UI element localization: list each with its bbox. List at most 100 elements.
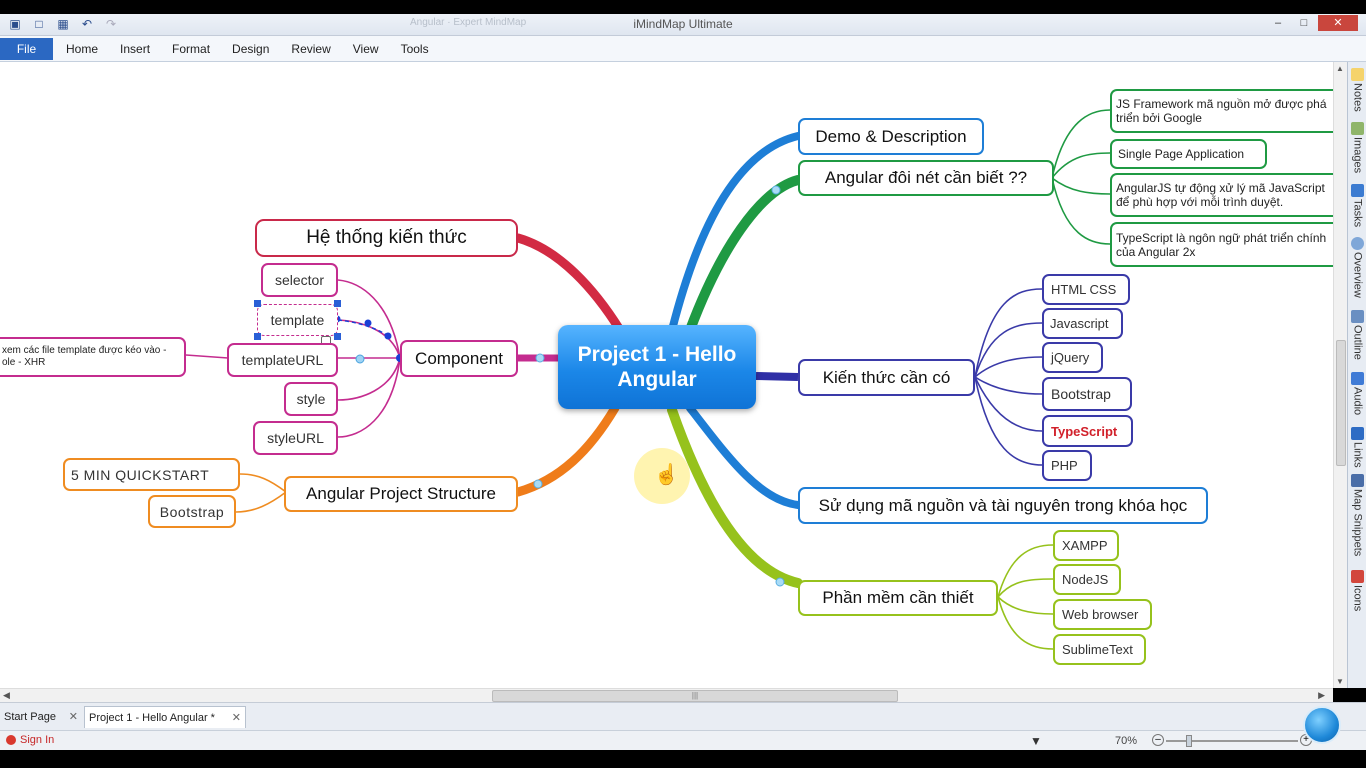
tab-project-hello-angular[interactable]: Project 1 - Hello Angular * ✕ [84,706,246,728]
topic-phan-mem-can-thiet[interactable]: Phần mềm cần thiết [798,580,998,616]
side-tab-outline[interactable]: Outline [1348,308,1366,360]
scroll-up-arrow-icon[interactable]: ▲ [1336,64,1344,73]
subtopic-web-browser[interactable]: Web browser [1053,599,1152,630]
window-title: iMindMap Ultimate [633,17,733,31]
vertical-scrollbar[interactable]: ▲ ▼ [1333,62,1347,688]
side-tab-overview[interactable]: Overview [1348,235,1366,298]
ribbon-menu: File Home Insert Format Design Review Vi… [0,36,1366,62]
branch-structure [513,403,620,497]
structure-child-branches [235,473,287,513]
side-tab-icons[interactable]: Icons [1348,568,1366,611]
side-tab-map-snippets[interactable]: Map Snippets [1348,472,1366,556]
side-tab-audio[interactable]: Audio [1348,370,1366,415]
side-tab-tasks[interactable]: Tasks [1348,182,1366,227]
subtopic-typescript-note[interactable]: TypeScript là ngôn ngữ phát triển chính … [1110,222,1350,267]
scroll-right-arrow-icon[interactable]: ▶ [1318,690,1325,701]
subtopic-template-selected[interactable]: template [257,304,338,336]
notes-icon [1351,68,1364,81]
sign-in-link[interactable]: Sign In [6,734,54,746]
outline-icon [1351,310,1364,323]
kienthuc-child-branches [974,288,1043,466]
tab-format[interactable]: Format [172,36,210,62]
horizontal-scroll-thumb[interactable]: ||| [492,690,898,702]
zoom-knob[interactable] [1186,735,1192,747]
side-tab-links[interactable]: Links [1348,425,1366,468]
subtopic-sublimetext[interactable]: SublimeText [1053,634,1146,665]
subtopic-bootstrap-structure[interactable]: Bootstrap [148,495,236,528]
tab-insert[interactable]: Insert [120,36,150,62]
topic-demo-description[interactable]: Demo & Description [798,118,984,155]
subtopic-single-page-app[interactable]: Single Page Application [1110,139,1267,169]
icons-icon [1351,570,1364,583]
filter-icon[interactable]: ▼ [1030,734,1042,748]
side-tab-notes[interactable]: Notes [1348,66,1366,112]
branch-he-thong [513,233,625,335]
subtopic-js-framework[interactable]: JS Framework mã nguồn mở được phá triển … [1110,89,1350,133]
subtopic-javascript[interactable]: Javascript [1042,308,1123,339]
document-tabs: Start Page ✕ Project 1 - Hello Angular *… [0,702,1366,730]
tab-home[interactable]: Home [66,36,98,62]
tab-design[interactable]: Design [232,36,269,62]
hand-cursor-icon: ☝ [654,464,679,486]
zoom-out-icon[interactable]: – [1152,734,1164,746]
horizontal-scrollbar[interactable]: ◀ ||| ▶ [0,688,1333,702]
subtopic-xampp[interactable]: XAMPP [1053,530,1119,561]
subtopic-selector[interactable]: selector [261,263,338,297]
links-icon [1351,427,1364,440]
subtopic-jquery[interactable]: jQuery [1042,342,1103,373]
minimize-button[interactable]: – [1266,15,1290,31]
phanmem-child-branches [997,544,1054,650]
audio-icon [1351,372,1364,385]
tab-view[interactable]: View [353,36,379,62]
selection-handle[interactable] [254,333,261,340]
imindmap-logo-icon[interactable] [1303,706,1341,744]
overview-icon [1351,237,1364,250]
template-connector-handles [333,315,404,364]
topic-component[interactable]: Component [400,340,518,377]
selection-handle[interactable] [334,333,341,340]
scroll-down-arrow-icon[interactable]: ▼ [1336,677,1344,686]
window-controls: – □ ✕ [1266,15,1358,31]
subtopic-templateurl[interactable]: templateURL [227,343,338,377]
zoom-slider[interactable]: – + [1152,734,1312,747]
maximize-button[interactable]: □ [1292,15,1316,31]
vertical-scroll-thumb[interactable] [1336,340,1346,466]
tab-tools[interactable]: Tools [401,36,429,62]
title-bar: ▣ □ ▦ ↶ ↷ Angular · Expert MindMap iMind… [0,14,1366,36]
subtopic-angularjs-js[interactable]: AngularJS tự động xử lý mã JavaScript để… [1110,173,1350,217]
selection-handle[interactable] [334,300,341,307]
topic-angular-project-structure[interactable]: Angular Project Structure [284,476,518,512]
subtopic-html-css[interactable]: HTML CSS [1042,274,1130,305]
topic-he-thong-kien-thuc[interactable]: Hệ thống kiến thức [255,219,518,257]
ribbon-tabs: Home Insert Format Design Review View To… [66,36,451,62]
selection-handle[interactable] [254,300,261,307]
subtopic-typescript[interactable]: TypeScript [1042,415,1133,447]
topic-su-dung-ma-nguon[interactable]: Sử dụng mã nguồn và tài nguyên trong khó… [798,487,1208,524]
subtopic-5-min-quickstart[interactable]: 5 MIN QUICKSTART [63,458,240,491]
angular-child-branches [1051,109,1111,245]
side-tab-images[interactable]: Images [1348,120,1366,173]
note-templateurl-xhr[interactable]: xem các file template được kéo vào - ole… [0,337,186,377]
zoom-level: 70% [1115,735,1138,747]
side-panel: Notes Images Tasks Overview Outline Audi… [1347,62,1366,688]
status-bar: Sign In ▼ 70% – + [0,730,1366,750]
topic-angular-notes[interactable]: Angular đôi nét cần biết ?? [798,160,1054,196]
branch-angular [685,175,803,335]
branch-kienthuc [755,372,799,381]
subtopic-nodejs[interactable]: NodeJS [1053,564,1121,595]
file-menu-button[interactable]: File [0,38,53,60]
close-tab-icon[interactable]: ✕ [232,707,241,729]
close-tab-icon[interactable]: ✕ [69,706,78,728]
tab-review[interactable]: Review [291,36,330,62]
scroll-left-arrow-icon[interactable]: ◀ [3,690,10,701]
tab-start-page[interactable]: Start Page ✕ [0,706,82,728]
subtopic-bootstrap[interactable]: Bootstrap [1042,377,1132,411]
subtopic-style[interactable]: style [284,382,338,416]
close-button[interactable]: ✕ [1318,15,1358,31]
central-topic-project[interactable]: Project 1 - Hello Angular [558,325,756,409]
topic-kien-thuc-can-co[interactable]: Kiến thức cần có [798,359,975,396]
images-icon [1351,122,1364,135]
subtopic-php[interactable]: PHP [1042,450,1092,481]
map-snippets-icon [1351,474,1364,487]
subtopic-styleurl[interactable]: styleURL [253,421,338,455]
